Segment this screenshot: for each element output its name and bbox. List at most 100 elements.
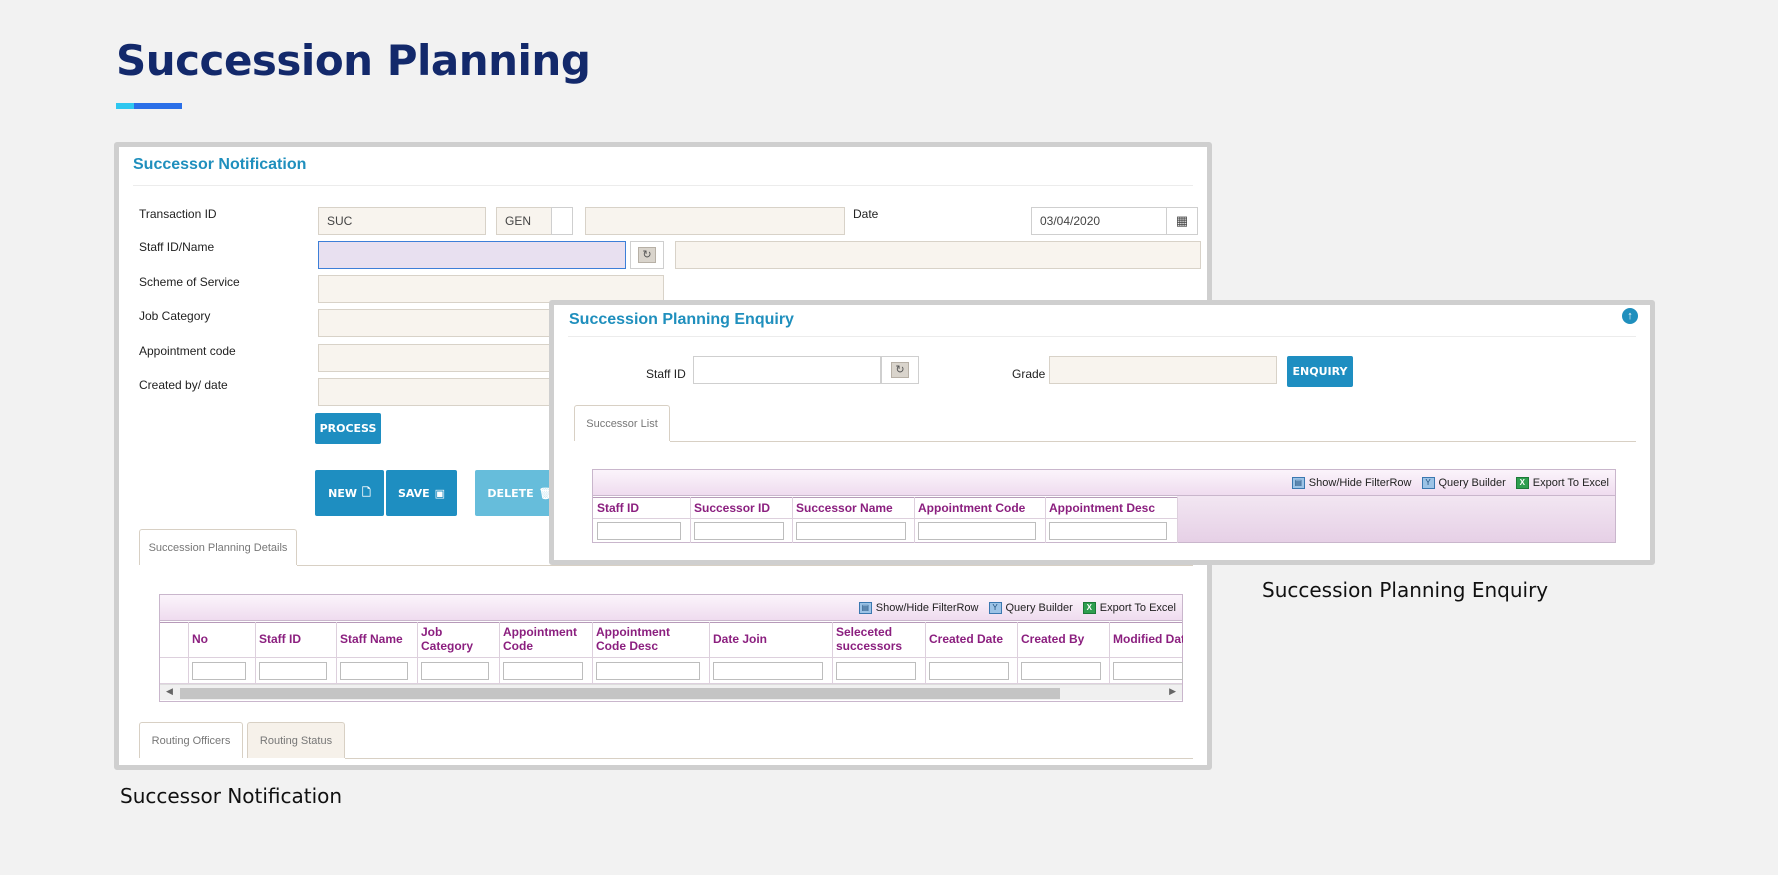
scrollbar-thumb[interactable]: [180, 688, 1060, 699]
label-staff-id-name: Staff ID/Name: [139, 240, 215, 254]
show-hide-filterrow-button[interactable]: ▤ Show/Hide FilterRow: [1291, 476, 1412, 489]
date-field[interactable]: 03/04/2020: [1031, 207, 1167, 235]
filter-input-date-join[interactable]: [713, 662, 823, 680]
transaction-type-dropdown[interactable]: [551, 207, 573, 235]
window-title: Successor Notification: [133, 156, 307, 173]
staff-name-field[interactable]: [675, 241, 1201, 269]
new-button[interactable]: NEW 🗋: [315, 470, 384, 516]
process-button[interactable]: PROCESS: [315, 413, 381, 444]
filter-input-appointment-code[interactable]: [503, 662, 583, 680]
col-sep: [336, 622, 337, 684]
label-transaction-id: Transaction ID: [139, 207, 217, 221]
column-header-no[interactable]: No: [192, 632, 208, 646]
label-appointment-code: Appointment code: [139, 344, 236, 358]
column-header-successor-name[interactable]: Successor Name: [796, 501, 893, 515]
grid-header-border: [160, 622, 1182, 623]
column-header-staff-id[interactable]: Staff ID: [259, 632, 301, 646]
export-to-excel-button[interactable]: X Export To Excel: [1082, 601, 1176, 614]
filter-row-icon: ▤: [1291, 476, 1305, 489]
tab-divider: [297, 565, 1193, 566]
horizontal-scrollbar[interactable]: ◀ ▶: [160, 684, 1182, 700]
show-hide-filterrow-button[interactable]: ▤ Show/Hide FilterRow: [858, 601, 979, 614]
filter-input-appointment-desc[interactable]: [1049, 522, 1167, 540]
label-scheme-of-service: Scheme of Service: [139, 275, 240, 289]
query-builder-button[interactable]: Y Query Builder: [988, 601, 1073, 614]
column-header-created-date[interactable]: Created Date: [929, 632, 1003, 646]
scroll-up-icon[interactable]: ↑: [1622, 308, 1638, 324]
column-header-modified-date[interactable]: Modified Dat: [1113, 632, 1183, 646]
scheme-of-service-field[interactable]: [318, 275, 664, 303]
tab-label: Succession Planning Details: [148, 541, 288, 554]
delete-button-label: DELETE: [487, 486, 534, 500]
transaction-type-field[interactable]: GEN: [496, 207, 552, 235]
tab-routing-status[interactable]: Routing Status: [247, 722, 345, 758]
tab-successor-list[interactable]: Successor List: [574, 405, 670, 441]
column-header-staff-name[interactable]: Staff Name: [340, 632, 403, 646]
label-grade: Grade: [1012, 367, 1046, 381]
tab-divider: [345, 758, 1193, 759]
successor-list-grid: ▤ Show/Hide FilterRow Y Query Builder X Exp…: [592, 469, 1616, 543]
filter-input-staff-id[interactable]: [597, 522, 681, 540]
filter-input-appointment-code-desc[interactable]: [596, 662, 700, 680]
column-header-created-by[interactable]: Created By: [1021, 632, 1084, 646]
col-sep: [709, 622, 710, 684]
col-sep: [925, 622, 926, 684]
filter-input-job-category[interactable]: [421, 662, 489, 680]
col-sep: [592, 622, 593, 684]
filter-input-no[interactable]: [192, 662, 246, 680]
refresh-lookup-icon: ↻: [638, 247, 656, 263]
excel-icon: X: [1515, 476, 1529, 489]
staff-lookup-button[interactable]: ↻: [881, 356, 919, 384]
column-header-date-join[interactable]: Date Join: [713, 632, 767, 646]
enquiry-grade-field[interactable]: [1049, 356, 1277, 384]
col-sep: [792, 497, 793, 543]
column-header-selected-successors[interactable]: Seleceted successors: [836, 625, 922, 653]
page-title: Succession Planning: [116, 36, 591, 85]
tab-routing-officers[interactable]: Routing Officers: [139, 722, 243, 758]
query-builder-label: Query Builder: [1005, 601, 1073, 614]
filter-input-appointment-code[interactable]: [918, 522, 1036, 540]
enquiry-button[interactable]: ENQUIRY: [1287, 356, 1353, 387]
refresh-lookup-icon: ↻: [891, 362, 909, 378]
caption-successor-notification: Successor Notification: [120, 784, 343, 808]
column-header-job-category[interactable]: Job Category: [421, 625, 495, 653]
tab-succession-planning-details[interactable]: Succession Planning Details: [139, 529, 297, 565]
transaction-prefix-field[interactable]: SUC: [318, 207, 486, 235]
column-header-appointment-desc[interactable]: Appointment Desc: [1049, 501, 1155, 515]
window-title: Succession Planning Enquiry: [569, 311, 794, 328]
filter-input-modified-date[interactable]: [1113, 662, 1183, 680]
export-to-excel-button[interactable]: X Export To Excel: [1515, 476, 1609, 489]
column-header-appointment-code[interactable]: Appointment Code: [503, 625, 589, 653]
scroll-right-icon[interactable]: ▶: [1169, 686, 1176, 697]
save-button[interactable]: SAVE ▣: [386, 470, 457, 516]
col-sep: [499, 622, 500, 684]
staff-lookup-button[interactable]: ↻: [630, 241, 664, 269]
filter-input-successor-id[interactable]: [694, 522, 784, 540]
filter-input-staff-name[interactable]: [340, 662, 408, 680]
tab-label: Routing Status: [259, 734, 333, 747]
calendar-button[interactable]: ▦: [1166, 207, 1198, 235]
filter-row-label: Show/Hide FilterRow: [875, 601, 979, 614]
filter-input-selected-successors[interactable]: [836, 662, 916, 680]
col-sep: [832, 622, 833, 684]
transaction-number-field[interactable]: [585, 207, 845, 235]
save-disk-icon: ▣: [434, 486, 446, 500]
tab-divider: [670, 441, 1636, 442]
enquiry-staff-id-field[interactable]: [693, 356, 881, 384]
column-header-staff-id[interactable]: Staff ID: [597, 501, 639, 515]
scroll-left-icon[interactable]: ◀: [166, 686, 173, 697]
new-document-icon: 🗋: [362, 485, 371, 499]
grid-filter-border: [593, 518, 1177, 519]
query-builder-button[interactable]: Y Query Builder: [1421, 476, 1506, 489]
export-label: Export To Excel: [1532, 476, 1609, 489]
filter-input-successor-name[interactable]: [796, 522, 906, 540]
filter-input-staff-id[interactable]: [259, 662, 327, 680]
filter-input-created-by[interactable]: [1021, 662, 1101, 680]
column-header-successor-id[interactable]: Successor ID: [694, 501, 770, 515]
filter-input-created-date[interactable]: [929, 662, 1009, 680]
query-builder-icon: Y: [1421, 476, 1435, 489]
col-sep: [690, 497, 691, 543]
column-header-appointment-code[interactable]: Appointment Code: [918, 501, 1025, 515]
staff-id-field[interactable]: [318, 241, 626, 269]
column-header-appointment-code-desc[interactable]: Appointment Code Desc: [596, 625, 696, 653]
